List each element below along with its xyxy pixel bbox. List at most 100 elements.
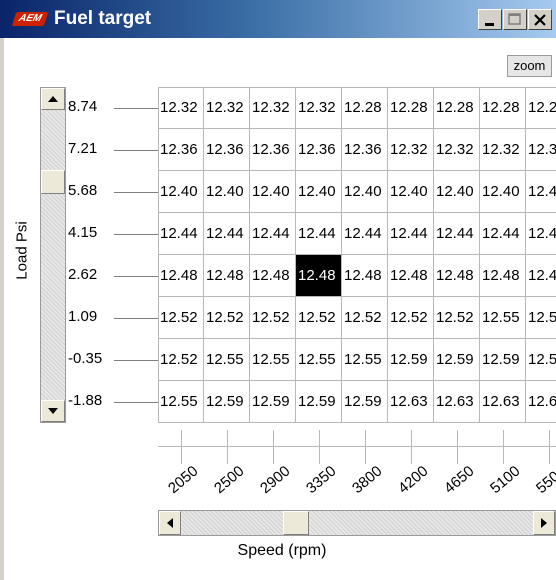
- scroll-right-button[interactable]: [533, 511, 555, 535]
- table-cell[interactable]: 12.32: [204, 87, 250, 129]
- table-cell[interactable]: 12.48: [250, 255, 296, 297]
- table-cell[interactable]: 12.40: [342, 171, 388, 213]
- vertical-scrollbar[interactable]: [40, 87, 66, 423]
- table-cell[interactable]: 12.48: [434, 255, 480, 297]
- table-cell[interactable]: 12.6: [526, 381, 556, 423]
- table-cell[interactable]: 12.32: [434, 129, 480, 171]
- table-cell[interactable]: 12.55: [250, 339, 296, 381]
- table-cell[interactable]: 12.40: [434, 171, 480, 213]
- table-cell[interactable]: 12.52: [158, 297, 204, 339]
- table-cell[interactable]: 12.44: [250, 213, 296, 255]
- table-cell[interactable]: 12.59: [342, 381, 388, 423]
- scroll-left-button[interactable]: [159, 511, 181, 535]
- table-cell[interactable]: 12.40: [204, 171, 250, 213]
- table-cell[interactable]: 12.44: [296, 213, 342, 255]
- close-icon: [534, 14, 546, 26]
- title-bar[interactable]: AEM Fuel target: [0, 0, 556, 38]
- table-cell[interactable]: 12.36: [158, 129, 204, 171]
- table-cell[interactable]: 12.4: [526, 213, 556, 255]
- y-tick-label: 4.15: [68, 224, 98, 241]
- y-tick-label: 2.62: [68, 266, 98, 283]
- zoom-button[interactable]: zoom: [507, 55, 552, 77]
- table-cell[interactable]: 12.40: [296, 171, 342, 213]
- table-cell[interactable]: 12.32: [250, 87, 296, 129]
- table-cell[interactable]: 12.52: [250, 297, 296, 339]
- table-cell[interactable]: 12.63: [434, 381, 480, 423]
- table-cell[interactable]: 12.55: [204, 339, 250, 381]
- table-cell[interactable]: 12.55: [158, 381, 204, 423]
- vertical-scroll-thumb[interactable]: [41, 170, 65, 194]
- table-cell[interactable]: 12.59: [250, 381, 296, 423]
- table-cell[interactable]: 12.48: [158, 255, 204, 297]
- table-cell[interactable]: 12.48: [342, 255, 388, 297]
- table-cell[interactable]: 12.55: [296, 339, 342, 381]
- table-cell[interactable]: 12.48: [480, 255, 526, 297]
- y-tick-line: [114, 360, 158, 361]
- y-tick-line: [114, 276, 158, 277]
- table-cell[interactable]: 12.4: [526, 171, 556, 213]
- table-cell[interactable]: 12.36: [204, 129, 250, 171]
- table-cell[interactable]: 12.36: [296, 129, 342, 171]
- table-cell[interactable]: 12.36: [342, 129, 388, 171]
- table-cell[interactable]: 12.32: [480, 129, 526, 171]
- table-cell[interactable]: 12.52: [342, 297, 388, 339]
- table-cell[interactable]: 12.52: [296, 297, 342, 339]
- table-cell[interactable]: 12.40: [158, 171, 204, 213]
- scroll-down-button[interactable]: [41, 400, 65, 422]
- table-cell[interactable]: 12.36: [250, 129, 296, 171]
- close-button[interactable]: [528, 9, 552, 30]
- table-cell[interactable]: 12.28: [480, 87, 526, 129]
- table-cell[interactable]: 12.48: [388, 255, 434, 297]
- arrow-down-icon: [48, 408, 58, 414]
- table-cell[interactable]: 12.2: [526, 87, 556, 129]
- horizontal-scroll-thumb[interactable]: [283, 511, 309, 535]
- x-axis-tick-marks: [158, 430, 556, 464]
- table-cell[interactable]: 12.40: [250, 171, 296, 213]
- table-cell[interactable]: 12.28: [342, 87, 388, 129]
- fuel-target-window: AEM Fuel target zoom Load Psi 8.74 7.21 5.…: [0, 0, 556, 580]
- table-cell[interactable]: 12.44: [480, 213, 526, 255]
- table-cell[interactable]: 12.48: [296, 255, 342, 297]
- y-tick-label: 1.09: [68, 308, 98, 325]
- table-cell[interactable]: 12.40: [388, 171, 434, 213]
- table-cell[interactable]: 12.3: [526, 129, 556, 171]
- table-cell[interactable]: 12.59: [480, 339, 526, 381]
- table-cell[interactable]: 12.52: [434, 297, 480, 339]
- table-cell[interactable]: 12.63: [480, 381, 526, 423]
- x-tick-mark: [457, 430, 458, 464]
- table-cell[interactable]: 12.44: [158, 213, 204, 255]
- fuel-table-grid[interactable]: 12.32 12.32 12.32 12.32 12.28 12.28 12.28 12.28…: [158, 87, 556, 423]
- x-tick-mark: [411, 430, 412, 464]
- table-cell[interactable]: 12.59: [204, 381, 250, 423]
- y-tick-line: [114, 150, 158, 151]
- table-cell[interactable]: 12.5: [526, 339, 556, 381]
- table-cell[interactable]: 12.32: [388, 129, 434, 171]
- table-cell[interactable]: 12.40: [480, 171, 526, 213]
- table-cell[interactable]: 12.44: [434, 213, 480, 255]
- table-cell[interactable]: 12.55: [342, 339, 388, 381]
- table-cell[interactable]: 12.5: [526, 297, 556, 339]
- table-cell[interactable]: 12.28: [388, 87, 434, 129]
- maximize-button[interactable]: [503, 9, 527, 30]
- table-cell[interactable]: 12.44: [388, 213, 434, 255]
- table-cell[interactable]: 12.44: [342, 213, 388, 255]
- table-cell[interactable]: 12.63: [388, 381, 434, 423]
- table-cell[interactable]: 12.52: [204, 297, 250, 339]
- y-tick-label: -0.35: [68, 350, 103, 367]
- horizontal-scrollbar[interactable]: [158, 510, 556, 536]
- table-cell[interactable]: 12.4: [526, 255, 556, 297]
- scroll-up-button[interactable]: [41, 88, 65, 110]
- table-cell[interactable]: 12.32: [158, 87, 204, 129]
- table-cell[interactable]: 12.59: [434, 339, 480, 381]
- table-cell[interactable]: 12.52: [388, 297, 434, 339]
- table-cell[interactable]: 12.32: [296, 87, 342, 129]
- table-cell[interactable]: 12.55: [480, 297, 526, 339]
- minimize-button[interactable]: [478, 9, 502, 30]
- table-cell[interactable]: 12.48: [204, 255, 250, 297]
- table-cell[interactable]: 12.28: [434, 87, 480, 129]
- table-cell[interactable]: 12.52: [158, 339, 204, 381]
- table-cell[interactable]: 12.44: [204, 213, 250, 255]
- x-axis-label: Speed (rpm): [237, 542, 327, 559]
- table-cell[interactable]: 12.59: [388, 339, 434, 381]
- table-cell[interactable]: 12.59: [296, 381, 342, 423]
